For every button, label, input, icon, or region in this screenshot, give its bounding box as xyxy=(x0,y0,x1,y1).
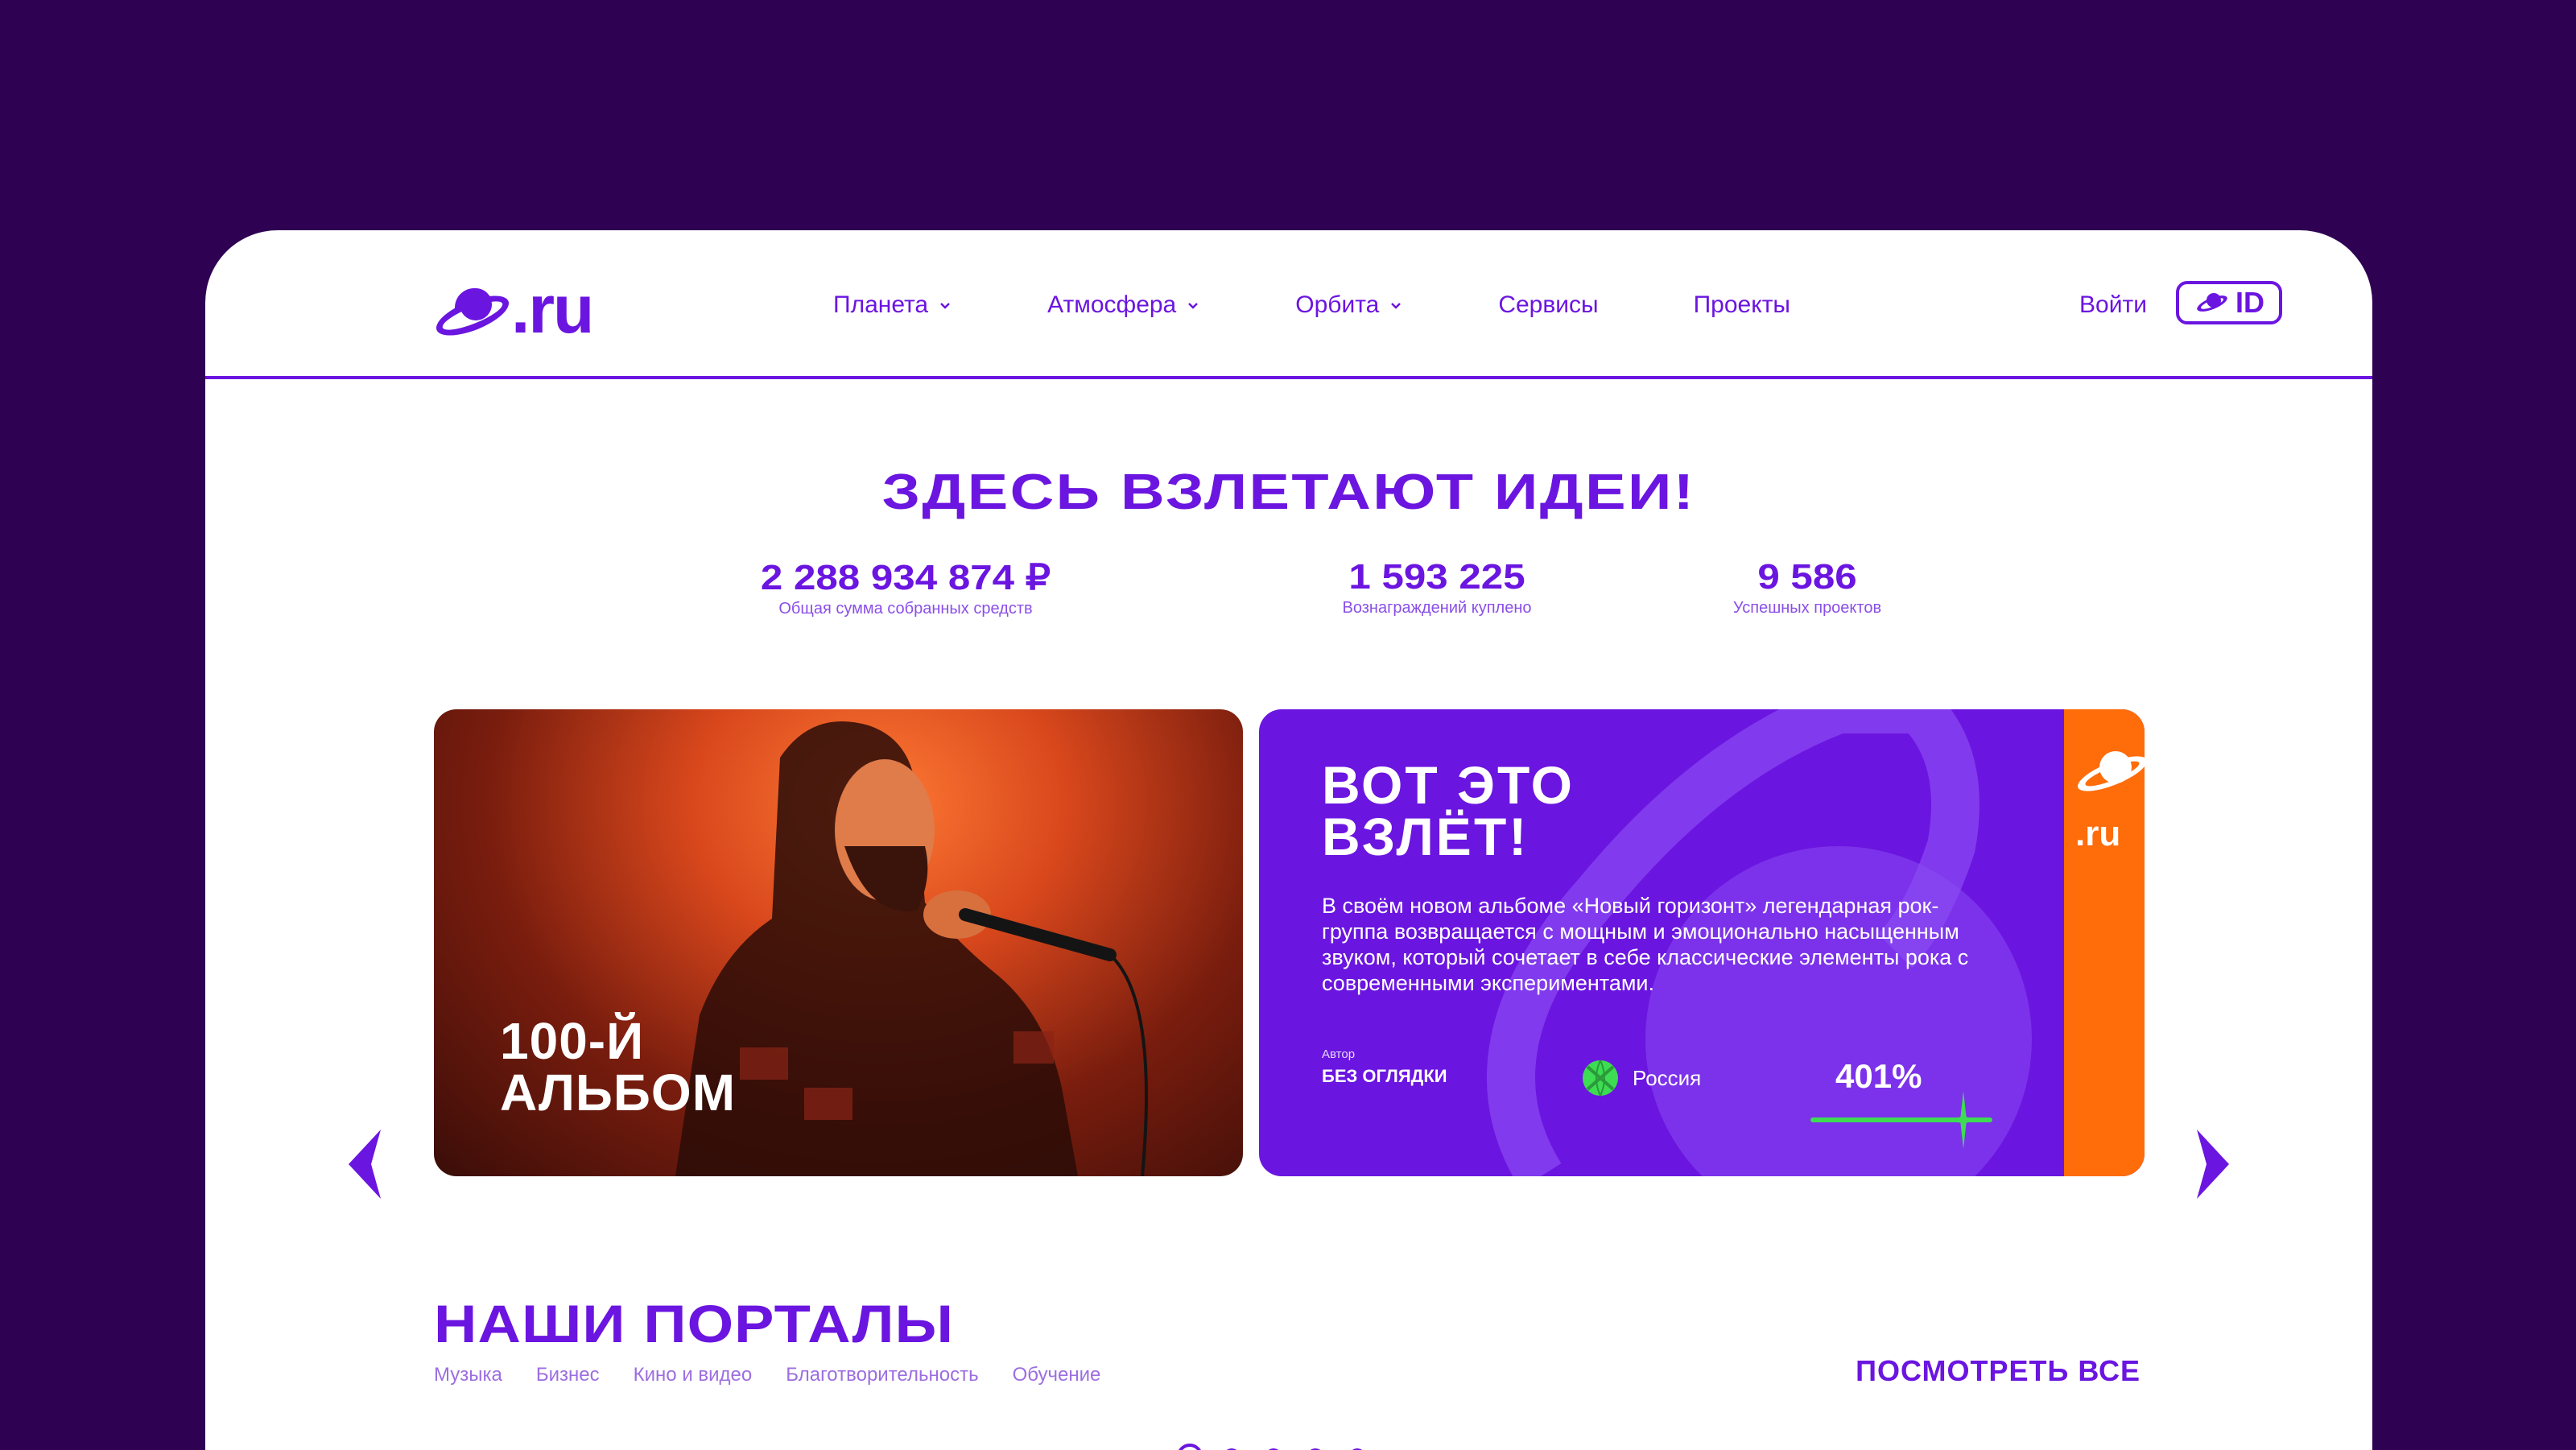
author-name[interactable]: БЕЗ ОГЛЯДКИ xyxy=(1322,1066,1447,1087)
stat-value: 2 288 934 874 ₽ xyxy=(760,558,1051,597)
spark-icon xyxy=(1942,1091,1984,1149)
title-line: ВОТ ЭТО xyxy=(1322,755,1575,815)
caption-line: АЛЬБОМ xyxy=(500,1064,736,1122)
hero-title: ЗДЕСЬ ВЗЛЕТАЮТ ИДЕИ! xyxy=(881,465,1696,520)
author-label: Автор xyxy=(1322,1047,1356,1061)
nav-item-proekty[interactable]: Проекты xyxy=(1694,291,1790,319)
country-name: Россия xyxy=(1633,1065,1702,1090)
portal-link-business[interactable]: Бизнес xyxy=(536,1364,600,1386)
nav-label: Орбита xyxy=(1295,291,1380,318)
stat-value: 9 586 xyxy=(1757,557,1857,597)
badge-text: .ru xyxy=(2075,814,2121,853)
slide-info-card[interactable]: .ru ВОТ ЭТО ВЗЛЁТ! В своём новом альбоме… xyxy=(1259,709,2145,1176)
stat-projects: 9 586 Успешных проектов xyxy=(1670,557,1944,618)
main-nav: Планета Атмосфера Орбита Сервисы Проекты xyxy=(833,291,1885,319)
site-header: .ru Планета Атмосфера Орбита Сервисы Про… xyxy=(205,230,2372,379)
nav-label: Сервисы xyxy=(1498,291,1599,318)
slide-description: В своём новом альбоме «Новый горизонт» л… xyxy=(1322,894,1969,995)
stat-label: Вознаграждений куплено xyxy=(1342,599,1532,617)
chevron-down-icon xyxy=(1391,303,1402,309)
chevron-down-icon xyxy=(1188,303,1199,309)
stat-label: Успешных проектов xyxy=(1732,599,1882,617)
carousel-dot[interactable] xyxy=(1177,1444,1203,1450)
slide-image-caption: 100-Й АЛЬБОМ xyxy=(500,1015,736,1118)
stat-label: Общая сумма собранных средств xyxy=(778,600,1033,618)
nav-item-servisy[interactable]: Сервисы xyxy=(1498,291,1598,319)
prev-arrow-icon[interactable] xyxy=(344,1128,384,1200)
next-arrow-icon[interactable] xyxy=(2194,1128,2234,1200)
stat-rewards: 1 593 225 Вознаграждений куплено xyxy=(1284,557,1590,618)
portal-links: Музыка Бизнес Кино и видео Благотворител… xyxy=(434,1364,1134,1386)
portal-link-music[interactable]: Музыка xyxy=(434,1364,502,1386)
login-link[interactable]: Войти xyxy=(2079,291,2147,319)
nav-item-atmosfera[interactable]: Атмосфера xyxy=(1047,291,1200,319)
nav-label: Атмосфера xyxy=(1047,291,1177,318)
globe-icon xyxy=(1583,1060,1618,1097)
title-line: ВЗЛЁТ! xyxy=(1322,807,1530,866)
id-label: ID xyxy=(2235,286,2264,319)
id-button[interactable]: ID xyxy=(2176,281,2282,324)
caption-line: 100-Й xyxy=(500,1012,645,1070)
funding-progress-bar xyxy=(1810,1091,1992,1149)
logo-text[interactable]: .ru xyxy=(511,271,594,349)
planet-icon xyxy=(2197,293,2227,312)
portal-link-charity[interactable]: Благотворительность xyxy=(786,1364,978,1386)
portal-link-video[interactable]: Кино и видео xyxy=(634,1364,753,1386)
nav-label: Планета xyxy=(833,291,929,318)
nav-item-planeta[interactable]: Планета xyxy=(833,291,952,319)
stat-total-funds: 2 288 934 874 ₽ Общая сумма собранных ср… xyxy=(720,557,1091,618)
country: Россия xyxy=(1581,1059,1701,1097)
orange-brand-strip: .ru xyxy=(2064,709,2145,1176)
chevron-down-icon xyxy=(940,303,950,309)
nav-label: Проекты xyxy=(1693,291,1790,318)
stat-value: 1 593 225 xyxy=(1348,557,1525,597)
portals-title: НАШИ ПОРТАЛЫ xyxy=(434,1294,955,1353)
page-frame: .ru Планета Атмосфера Орбита Сервисы Про… xyxy=(205,230,2372,1450)
portal-link-education[interactable]: Обучение xyxy=(1013,1364,1101,1386)
slide-image-card[interactable]: 100-Й АЛЬБОМ xyxy=(434,709,1243,1176)
nav-item-orbita[interactable]: Орбита xyxy=(1295,291,1403,319)
see-all-link[interactable]: ПОСМОТРЕТЬ ВСЕ xyxy=(1856,1354,2140,1388)
slide-title: ВОТ ЭТО ВЗЛЁТ! xyxy=(1322,755,1575,866)
